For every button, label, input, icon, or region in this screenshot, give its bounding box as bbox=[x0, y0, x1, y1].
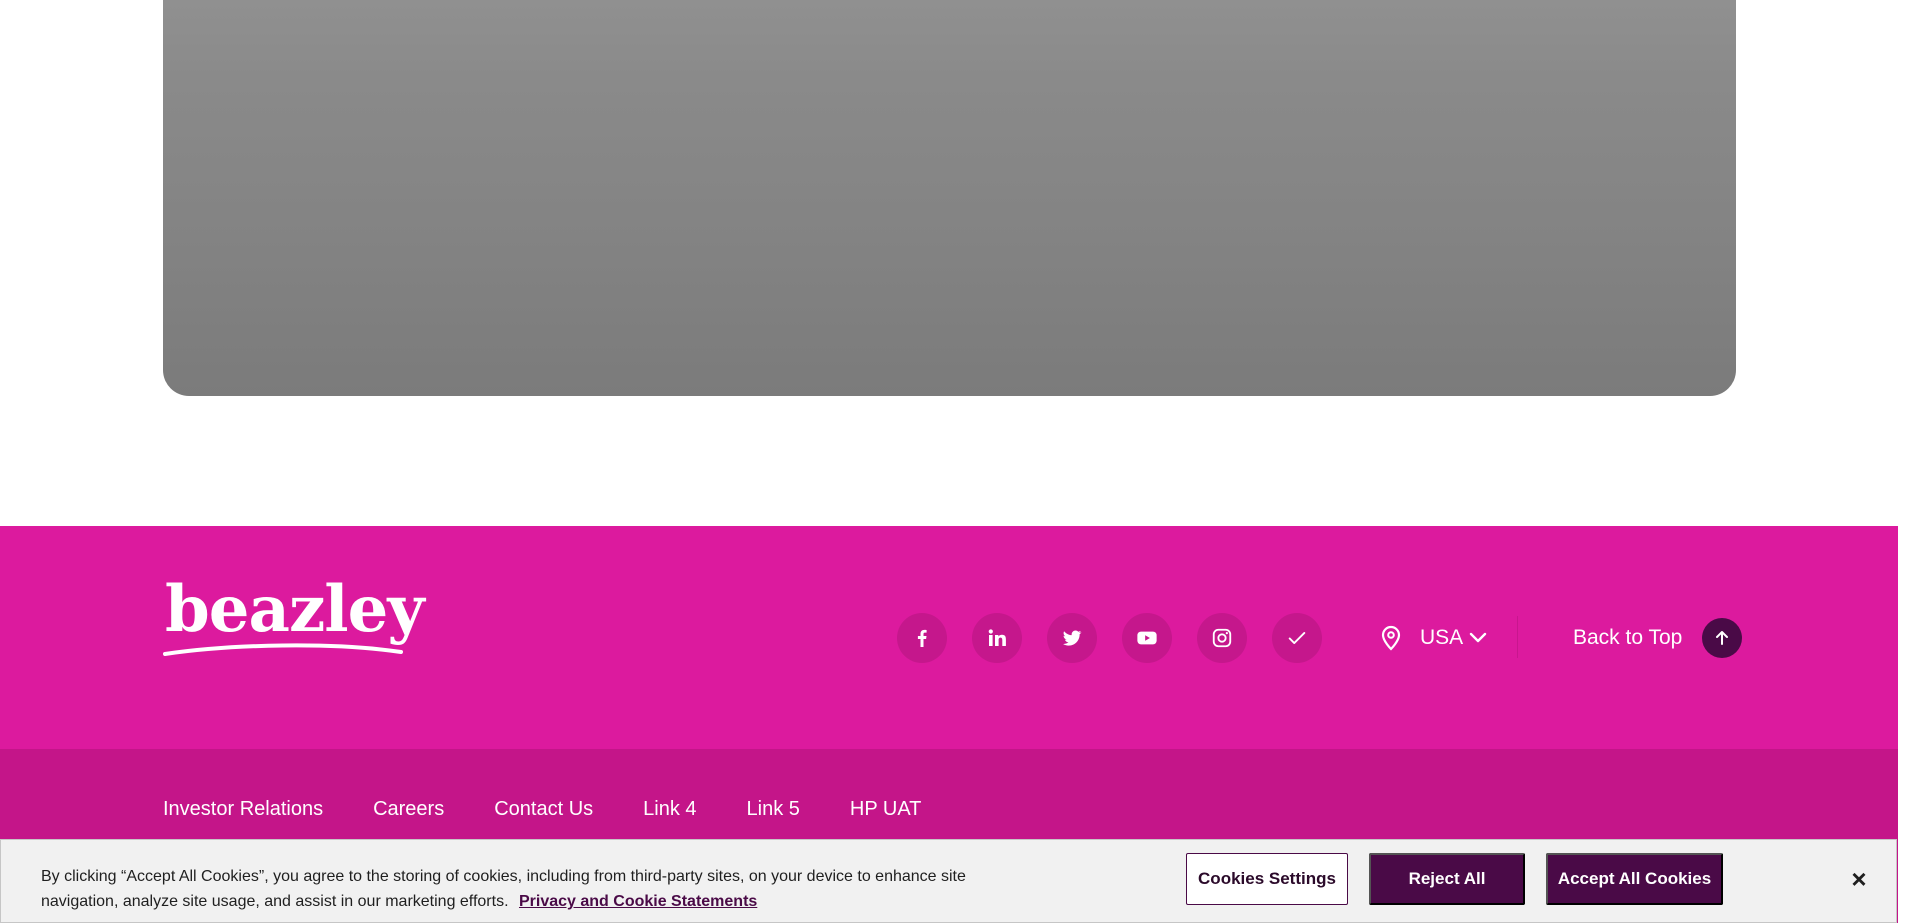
logo-swoosh bbox=[163, 643, 403, 656]
footer-link-hp-uat[interactable]: HP UAT bbox=[850, 798, 922, 821]
footer-divider bbox=[1517, 616, 1518, 658]
cookie-banner: By clicking “Accept All Cookies”, you ag… bbox=[0, 839, 1897, 923]
cookies-settings-button[interactable]: Cookies Settings bbox=[1186, 853, 1348, 905]
beazley-logo[interactable]: beazley bbox=[163, 578, 424, 660]
twitter-icon[interactable] bbox=[1047, 613, 1097, 663]
cookie-banner-text: By clicking “Accept All Cookies”, you ag… bbox=[41, 864, 1031, 914]
linkedin-icon[interactable] bbox=[972, 613, 1022, 663]
region-selector[interactable]: USA bbox=[1380, 623, 1487, 653]
footer-link-5[interactable]: Link 5 bbox=[747, 798, 800, 821]
arrow-up-icon bbox=[1702, 618, 1743, 658]
back-to-top-label: Back to Top bbox=[1573, 626, 1683, 649]
close-icon[interactable]: × bbox=[1847, 864, 1871, 894]
logo-text: beazley bbox=[165, 572, 424, 647]
footer-top: beazley USA Back to Top bbox=[0, 526, 1898, 749]
footer-link-investor-relations[interactable]: Investor Relations bbox=[163, 798, 323, 821]
hero-image bbox=[163, 0, 1736, 396]
chevron-down-icon bbox=[1469, 632, 1487, 643]
accept-all-cookies-button[interactable]: Accept All Cookies bbox=[1546, 853, 1723, 905]
cookie-policy-text: By clicking “Accept All Cookies”, you ag… bbox=[41, 868, 966, 910]
footer-link-careers[interactable]: Careers bbox=[373, 798, 444, 821]
privacy-cookie-link[interactable]: Privacy and Cookie Statements bbox=[519, 893, 757, 910]
reject-all-button[interactable]: Reject All bbox=[1369, 853, 1525, 905]
footer-links: Investor Relations Careers Contact Us Li… bbox=[163, 798, 971, 821]
back-to-top-link[interactable]: Back to Top bbox=[1573, 618, 1743, 658]
instagram-icon[interactable] bbox=[1197, 613, 1247, 663]
youtube-icon[interactable] bbox=[1122, 613, 1172, 663]
facebook-icon[interactable] bbox=[897, 613, 947, 663]
footer-link-4[interactable]: Link 4 bbox=[643, 798, 696, 821]
checkmark-icon[interactable] bbox=[1272, 613, 1322, 663]
region-label: USA bbox=[1420, 626, 1464, 649]
footer-link-contact-us[interactable]: Contact Us bbox=[494, 798, 593, 821]
location-pin-icon bbox=[1381, 625, 1401, 651]
